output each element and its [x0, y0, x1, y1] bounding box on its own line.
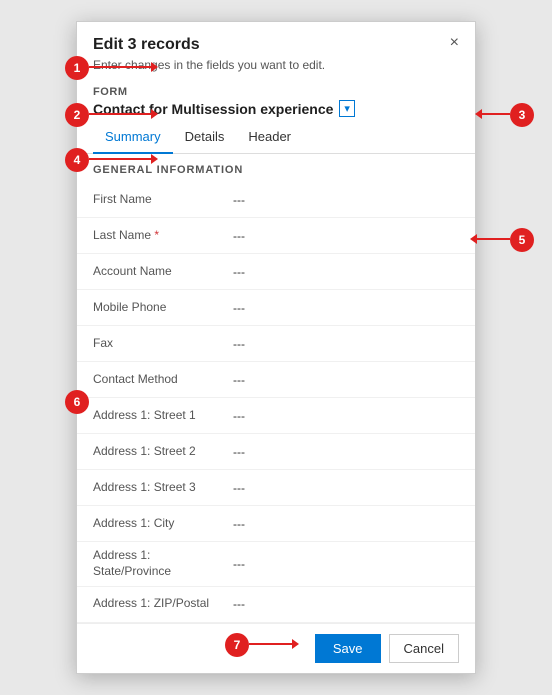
tab-summary[interactable]: Summary [93, 121, 173, 154]
field-value-firstname[interactable]: --- [233, 193, 459, 207]
close-button[interactable]: × [444, 32, 465, 54]
field-label-lastname: Last Name [93, 228, 233, 244]
field-label-accountname: Account Name [93, 264, 233, 280]
field-row-city: Address 1: City --- [77, 506, 475, 542]
field-label-fax: Fax [93, 336, 233, 352]
field-label-state: Address 1: State/Province [93, 548, 233, 579]
field-value-accountname[interactable]: --- [233, 265, 459, 279]
dialog-header: Edit 3 records Enter changes in the fiel… [77, 22, 475, 80]
annotation-3: 3 [510, 103, 534, 127]
field-row-accountname: Account Name --- [77, 254, 475, 290]
arrowhead-3 [475, 109, 482, 119]
arrow-5 [475, 238, 510, 240]
annotation-2: 2 [65, 103, 89, 127]
field-value-street1[interactable]: --- [233, 409, 459, 423]
field-row-zip: Address 1: ZIP/Postal --- [77, 587, 475, 623]
field-value-street3[interactable]: --- [233, 481, 459, 495]
arrow-1 [89, 66, 153, 68]
field-value-lastname[interactable]: --- [233, 229, 459, 243]
field-row-street3: Address 1: Street 3 --- [77, 470, 475, 506]
edit-records-dialog: Edit 3 records Enter changes in the fiel… [76, 21, 476, 673]
content-area[interactable]: GENERAL INFORMATION First Name --- Last … [77, 154, 475, 622]
save-button[interactable]: Save [315, 634, 381, 663]
field-label-street2: Address 1: Street 2 [93, 444, 233, 460]
field-row-firstname: First Name --- [77, 182, 475, 218]
field-row-contactmethod: Contact Method --- [77, 362, 475, 398]
arrow-3 [480, 113, 510, 115]
arrowhead-7 [292, 639, 299, 649]
dialog-footer: Save Cancel [77, 623, 475, 673]
cancel-button[interactable]: Cancel [389, 634, 459, 663]
field-label-zip: Address 1: ZIP/Postal [93, 596, 233, 612]
arrowhead-1 [151, 62, 158, 72]
field-row-mobilephone: Mobile Phone --- [77, 290, 475, 326]
tab-details[interactable]: Details [173, 121, 237, 154]
arrowhead-4 [151, 154, 158, 164]
field-value-city[interactable]: --- [233, 517, 459, 531]
annotation-1: 1 [65, 56, 89, 80]
annotation-4: 4 [65, 148, 89, 172]
tabs-container: Summary Details Header [77, 121, 475, 154]
arrow-2 [89, 113, 153, 115]
field-row-lastname: Last Name --- [77, 218, 475, 254]
dialog-title: Edit 3 records [93, 36, 459, 54]
field-row-fax: Fax --- [77, 326, 475, 362]
form-select-button[interactable]: ▾ [339, 100, 355, 117]
form-label: Form [93, 86, 459, 98]
field-label-city: Address 1: City [93, 516, 233, 532]
arrowhead-2 [151, 109, 158, 119]
field-value-zip[interactable]: --- [233, 597, 459, 611]
field-label-contactmethod: Contact Method [93, 372, 233, 388]
tab-header[interactable]: Header [236, 121, 303, 154]
field-value-state[interactable]: --- [233, 557, 459, 571]
arrowhead-5 [470, 234, 477, 244]
field-label-firstname: First Name [93, 192, 233, 208]
annotation-6: 6 [65, 390, 89, 414]
field-label-mobilephone: Mobile Phone [93, 300, 233, 316]
field-row-street2: Address 1: Street 2 --- [77, 434, 475, 470]
field-row-state: Address 1: State/Province --- [77, 542, 475, 586]
field-label-street1: Address 1: Street 1 [93, 408, 233, 424]
arrow-4 [89, 158, 153, 160]
field-row-street1: Address 1: Street 1 --- [77, 398, 475, 434]
field-value-mobilephone[interactable]: --- [233, 301, 459, 315]
field-value-fax[interactable]: --- [233, 337, 459, 351]
form-section: Form Contact for Multisession experience… [77, 80, 475, 121]
arrow-7 [249, 643, 294, 645]
field-value-contactmethod[interactable]: --- [233, 373, 459, 387]
annotation-5: 5 [510, 228, 534, 252]
field-label-street3: Address 1: Street 3 [93, 480, 233, 496]
annotation-7: 7 [225, 633, 249, 657]
field-value-street2[interactable]: --- [233, 445, 459, 459]
